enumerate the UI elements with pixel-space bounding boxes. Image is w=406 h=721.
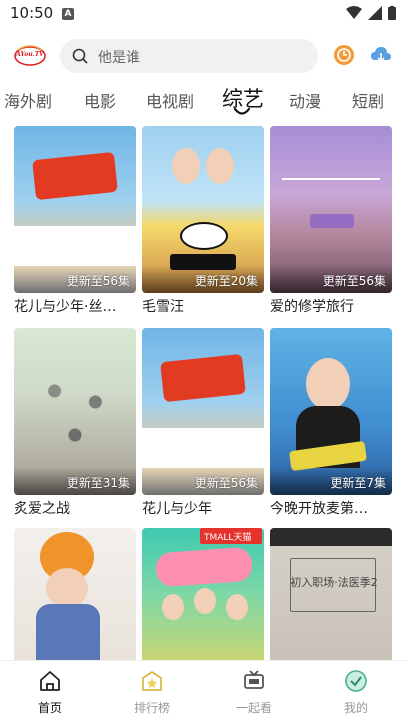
poster: 更新至20集 bbox=[142, 126, 264, 293]
nav-profile[interactable]: 我的 bbox=[316, 669, 396, 716]
update-badge: 更新至56集 bbox=[322, 274, 386, 288]
poster: 初入职场·法医季2 bbox=[270, 528, 392, 660]
battery-icon bbox=[388, 6, 396, 20]
update-badge: 更新至56集 bbox=[66, 274, 130, 288]
watch-together-icon bbox=[244, 670, 264, 689]
app-logo[interactable]: AYou.TV bbox=[14, 44, 46, 68]
status-bar: 10:50 A bbox=[0, 0, 406, 28]
nav-home[interactable]: 首页 bbox=[10, 669, 90, 716]
nav-label: 排行榜 bbox=[133, 701, 170, 715]
poster-title-label: 初入职场·法医季2 bbox=[290, 576, 378, 589]
logo-text: AYou.TV bbox=[16, 51, 44, 58]
search-input[interactable]: 他是谁 bbox=[60, 39, 318, 73]
nav-label: 首页 bbox=[37, 701, 62, 715]
card-title: 今晚开放麦第… bbox=[270, 501, 368, 517]
card-title: 花儿与少年·丝… bbox=[14, 299, 117, 315]
signal-icon bbox=[368, 6, 382, 20]
poster: 更新至31集 bbox=[14, 328, 136, 495]
status-time: 10:50 bbox=[10, 4, 54, 22]
wifi-icon bbox=[346, 6, 362, 19]
search-placeholder: 他是谁 bbox=[98, 50, 140, 66]
poster: TMALL天猫 bbox=[142, 528, 264, 660]
update-badge: 更新至56集 bbox=[194, 476, 258, 490]
ranking-icon bbox=[142, 671, 162, 691]
header: AYou.TV 他是谁 bbox=[0, 36, 406, 76]
status-icons bbox=[346, 6, 396, 20]
nav-label: 我的 bbox=[343, 701, 368, 715]
poster: 更新至56集 bbox=[14, 126, 136, 293]
home-icon bbox=[40, 671, 60, 691]
tab-short[interactable]: 短剧 bbox=[352, 88, 384, 112]
category-tabs: 海外剧 电影 电视剧 综艺 动漫 短剧 bbox=[0, 80, 406, 120]
content-grid: 更新至56集 花儿与少年·丝… 更新至20集 毛雪汪 更新至56集 爱的修学旅行 bbox=[0, 126, 406, 660]
card-title: 爱的修学旅行 bbox=[270, 299, 354, 315]
poster-brand-label: TMALL天猫 bbox=[204, 533, 252, 543]
card-title: 炙爱之战 bbox=[14, 501, 70, 517]
nav-ranking[interactable]: 排行榜 bbox=[112, 669, 192, 716]
active-tab-indicator bbox=[234, 108, 250, 115]
card-title: 花儿与少年 bbox=[142, 501, 212, 517]
tab-anime[interactable]: 动漫 bbox=[289, 88, 321, 112]
nav-label: 一起看 bbox=[235, 701, 272, 715]
history-icon[interactable] bbox=[333, 44, 355, 66]
poster: 更新至56集 bbox=[142, 328, 264, 495]
cloud-download-icon[interactable] bbox=[370, 44, 392, 66]
profile-check-icon bbox=[345, 670, 367, 692]
bottom-nav: 首页 排行榜 一起看 我的 bbox=[0, 660, 406, 721]
update-badge: 更新至20集 bbox=[194, 274, 258, 288]
nav-watch-together[interactable]: 一起看 bbox=[214, 669, 294, 716]
poster: 更新至7集 bbox=[270, 328, 392, 495]
notification-icon: A bbox=[62, 8, 74, 20]
tab-movie[interactable]: 电影 bbox=[84, 88, 116, 112]
tab-tv[interactable]: 电视剧 bbox=[146, 88, 194, 112]
tab-overseas[interactable]: 海外剧 bbox=[4, 88, 52, 112]
update-badge: 更新至31集 bbox=[66, 476, 130, 490]
poster bbox=[14, 528, 136, 660]
card-title: 毛雪汪 bbox=[142, 299, 184, 315]
search-icon bbox=[72, 48, 88, 64]
poster: 更新至56集 bbox=[270, 126, 392, 293]
update-badge: 更新至7集 bbox=[330, 476, 386, 490]
